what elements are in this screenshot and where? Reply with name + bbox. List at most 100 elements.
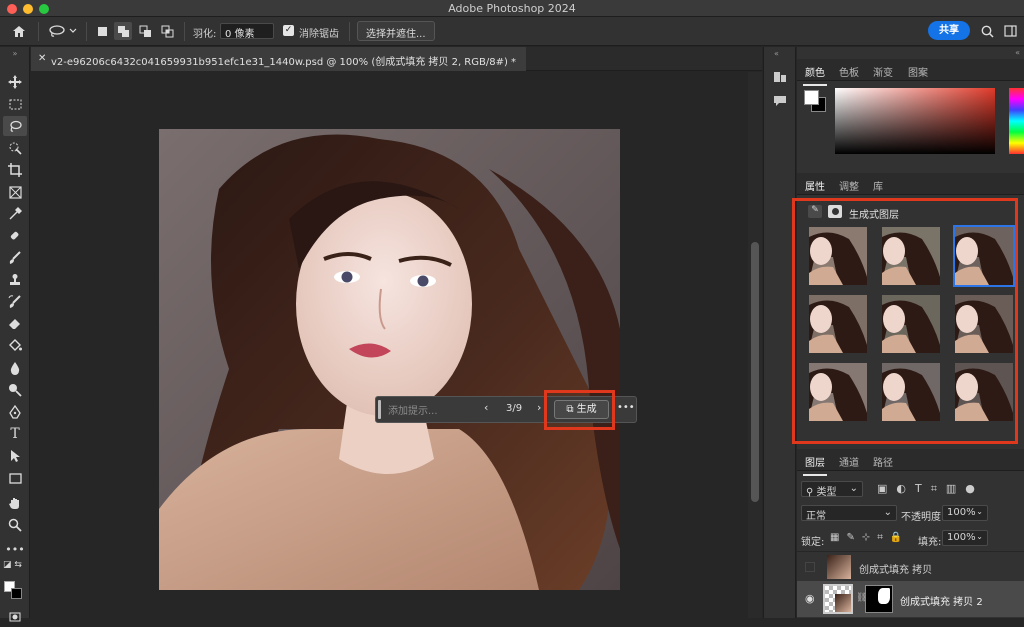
default-colors-icon[interactable]: ◪ ⇆ [3, 559, 27, 571]
blend-mode-value: 正常 [806, 511, 826, 522]
tab-properties[interactable]: 属性 [803, 178, 827, 200]
search-icon[interactable] [978, 22, 996, 40]
rectangle-tool-icon[interactable] [3, 468, 27, 488]
history-icon[interactable] [773, 71, 787, 86]
document-image[interactable] [159, 129, 620, 590]
eraser-tool-icon[interactable] [3, 314, 27, 334]
tab-color[interactable]: 颜色 [803, 64, 827, 86]
prompt-input[interactable]: 添加提示... [388, 402, 438, 417]
brush-tool-icon[interactable] [3, 248, 27, 268]
feather-label: 羽化: [193, 29, 217, 40]
next-variation-icon[interactable]: › [537, 401, 541, 414]
frame-tool-icon[interactable] [3, 182, 27, 202]
fill-label: 填充: [918, 537, 942, 548]
share-button[interactable]: 共享 [928, 21, 970, 40]
antialias-label: 消除锯齿 [299, 29, 339, 40]
opacity-input[interactable]: 100% ⌄ [942, 505, 988, 521]
tab-adjustments[interactable]: 调整 [839, 178, 859, 193]
tab-channels[interactable]: 通道 [839, 454, 859, 469]
opacity-label: 不透明度: [901, 512, 945, 523]
scrollbar-thumb[interactable] [751, 242, 759, 502]
layer-row-selected[interactable]: ◉ ⛓ 创成式填充 拷贝 2 [797, 581, 1024, 617]
visibility-toggle[interactable] [805, 562, 815, 572]
more-options-icon[interactable]: ••• [617, 402, 635, 413]
marquee-tool-icon[interactable] [3, 94, 27, 114]
quick-mask-icon[interactable] [3, 607, 27, 627]
layer-filter-dropdown[interactable]: ⚲ 类型 ⌄ [801, 481, 863, 498]
right-panels: « 颜色 色板 渐变 图案 属性 调整 库 ✎ 生成式图层 图层 通道 路径 ⚲… [792, 47, 1024, 618]
collapse-right-panel-icon[interactable]: « [1015, 48, 1020, 57]
tab-libraries[interactable]: 库 [873, 178, 883, 193]
paint-bucket-tool-icon[interactable] [3, 336, 27, 356]
tools-panel: » T ••• ◪ ⇆ [0, 47, 30, 622]
dodge-tool-icon[interactable] [3, 380, 27, 400]
layer-filter-label: 类型 [816, 487, 837, 498]
clone-stamp-tool-icon[interactable] [3, 270, 27, 290]
lasso-tool-icon[interactable] [3, 116, 27, 136]
healing-brush-tool-icon[interactable] [3, 226, 27, 246]
previous-variation-icon[interactable]: ‹ [484, 401, 488, 414]
fill-input[interactable]: 100% ⌄ [942, 530, 988, 546]
new-selection-icon[interactable] [94, 22, 110, 40]
collapse-toolbar-icon[interactable]: » [3, 49, 27, 58]
generate-highlight-box [544, 390, 615, 430]
layer-filter-icons[interactable]: ▣◐T⌗▥● [877, 482, 984, 496]
properties-panel-tabs: 属性 调整 库 [797, 173, 1024, 200]
lasso-tool-preset-icon[interactable] [46, 22, 80, 40]
tab-swatches[interactable]: 色板 [839, 64, 859, 79]
app-title: Adobe Photoshop 2024 [448, 2, 576, 15]
blur-tool-icon[interactable] [3, 358, 27, 378]
lock-icons[interactable]: ▦✎⊹⌗🔒 [830, 532, 909, 543]
collapse-panels-icon[interactable]: « [774, 49, 779, 58]
tab-layers[interactable]: 图层 [803, 454, 827, 476]
vertical-scrollbar[interactable] [748, 72, 762, 618]
eyedropper-tool-icon[interactable] [3, 204, 27, 224]
feather-input[interactable]: 0 像素 [220, 23, 274, 40]
color-panel-tabs: 颜色 色板 渐变 图案 [797, 59, 1024, 86]
color-field[interactable] [835, 88, 995, 154]
layers-panel-tabs: 图层 通道 路径 [797, 449, 1024, 476]
lock-label: 锁定: [801, 537, 825, 548]
hue-slider[interactable] [1009, 88, 1024, 154]
properties-highlight-box [792, 198, 1018, 444]
object-selection-tool-icon[interactable] [3, 138, 27, 158]
hand-tool-icon[interactable] [3, 493, 27, 513]
select-and-mask-button[interactable]: 选择并遮住... [357, 21, 435, 41]
type-tool-icon[interactable]: T [3, 424, 27, 444]
tab-paths[interactable]: 路径 [873, 454, 893, 469]
home-icon[interactable] [8, 22, 30, 40]
document-tab[interactable]: ✕ v2-e96206c6432c041659931b951efc1e31_14… [31, 47, 526, 71]
workspace-icon[interactable] [1001, 22, 1019, 40]
intersect-selection-icon[interactable] [158, 22, 176, 40]
fill-value: 100% [947, 532, 976, 543]
edit-toolbar-icon[interactable]: ••• [3, 539, 27, 559]
history-brush-tool-icon[interactable] [3, 292, 27, 312]
tab-patterns[interactable]: 图案 [908, 64, 928, 79]
move-tool-icon[interactable] [3, 72, 27, 92]
subtract-from-selection-icon[interactable] [136, 22, 154, 40]
zoom-tool-icon[interactable] [3, 515, 27, 535]
close-tab-icon[interactable]: ✕ [38, 53, 46, 64]
comments-icon[interactable] [773, 95, 787, 110]
variation-counter: 3/9 [506, 403, 523, 414]
background-color-swatch[interactable] [11, 588, 22, 599]
crop-tool-icon[interactable] [3, 160, 27, 180]
options-bar: 羽化: 0 像素 ✓ 消除锯齿 选择并遮住... 共享 [0, 17, 1024, 46]
layer-thumbnail [827, 555, 851, 579]
layer-row[interactable]: 创成式填充 拷贝 [797, 551, 1024, 581]
eye-icon[interactable]: ◉ [805, 592, 815, 605]
blend-mode-dropdown[interactable]: 正常 ⌄ [801, 505, 897, 522]
title-bar: Adobe Photoshop 2024 [0, 0, 1024, 17]
drag-handle[interactable] [378, 400, 381, 419]
layer-thumbnail [823, 584, 853, 614]
layer-mask-thumbnail[interactable] [865, 585, 893, 613]
chevron-down-icon: ⌄ [849, 483, 858, 494]
add-to-selection-icon[interactable] [114, 22, 132, 40]
tab-gradients[interactable]: 渐变 [873, 64, 893, 79]
filter-search-icon: ⚲ [806, 487, 814, 498]
antialias-checkbox[interactable]: ✓ [283, 25, 294, 36]
path-selection-tool-icon[interactable] [3, 446, 27, 466]
pen-tool-icon[interactable] [3, 402, 27, 422]
layer-name: 创成式填充 拷贝 [859, 565, 933, 576]
document-tab-title: v2-e96206c6432c041659931b951efc1e31_1440… [51, 57, 517, 68]
